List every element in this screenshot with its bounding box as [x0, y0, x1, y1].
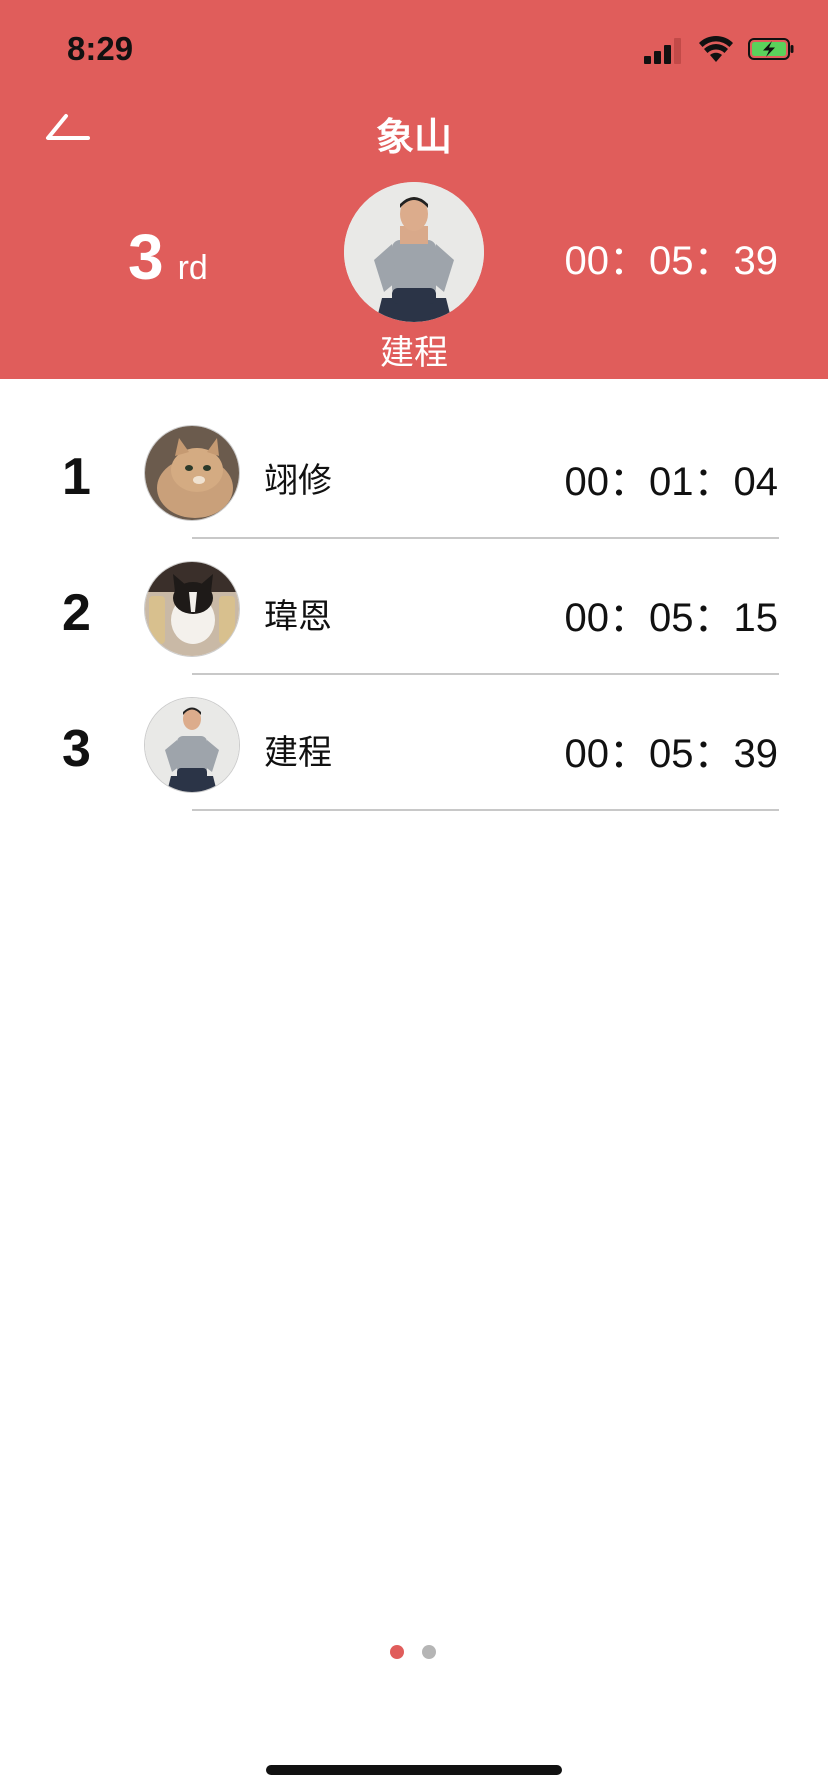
rank-number: 3	[62, 720, 91, 778]
cat-avatar	[144, 425, 240, 521]
player-name: 翊修	[264, 462, 332, 500]
player-time: 00：05：15	[564, 596, 778, 640]
status-icons	[644, 35, 794, 64]
current-rank-number: 3	[128, 221, 164, 293]
page-dot[interactable]	[422, 1645, 436, 1659]
home-indicator[interactable]	[266, 1765, 562, 1775]
list-item[interactable]: 3 建程 00：05：39	[0, 675, 828, 811]
list-item[interactable]: 1 翊修 00：01：04	[0, 403, 828, 539]
header: 8:29 象山 3 rd 建程 00：05：39	[0, 0, 828, 379]
status-time: 8:29	[67, 30, 134, 67]
player-time: 00：05：39	[564, 732, 778, 776]
player-name: 瑋恩	[264, 598, 332, 636]
page-indicator[interactable]	[390, 1645, 438, 1661]
page-title: 象山	[375, 117, 452, 159]
kitten-avatar	[144, 561, 240, 657]
list-item[interactable]: 2 瑋恩 00：05：15	[0, 539, 828, 675]
cellular-signal-icon	[644, 36, 686, 64]
page-dot-active[interactable]	[390, 1645, 404, 1659]
current-rank-suffix: rd	[177, 249, 208, 287]
player-time: 00：01：04	[564, 460, 778, 504]
current-user-name: 建程	[380, 334, 448, 372]
player-name: 建程	[264, 734, 332, 772]
current-user-time: 00：05：39	[564, 239, 778, 283]
rank-number: 2	[62, 584, 91, 642]
battery-charging-icon	[748, 38, 794, 60]
man-avatar	[144, 697, 240, 793]
rank-number: 1	[62, 448, 91, 506]
divider	[192, 809, 779, 811]
current-user-avatar	[344, 182, 484, 322]
current-rank: 3 rd	[128, 220, 208, 294]
wifi-icon	[699, 35, 733, 62]
